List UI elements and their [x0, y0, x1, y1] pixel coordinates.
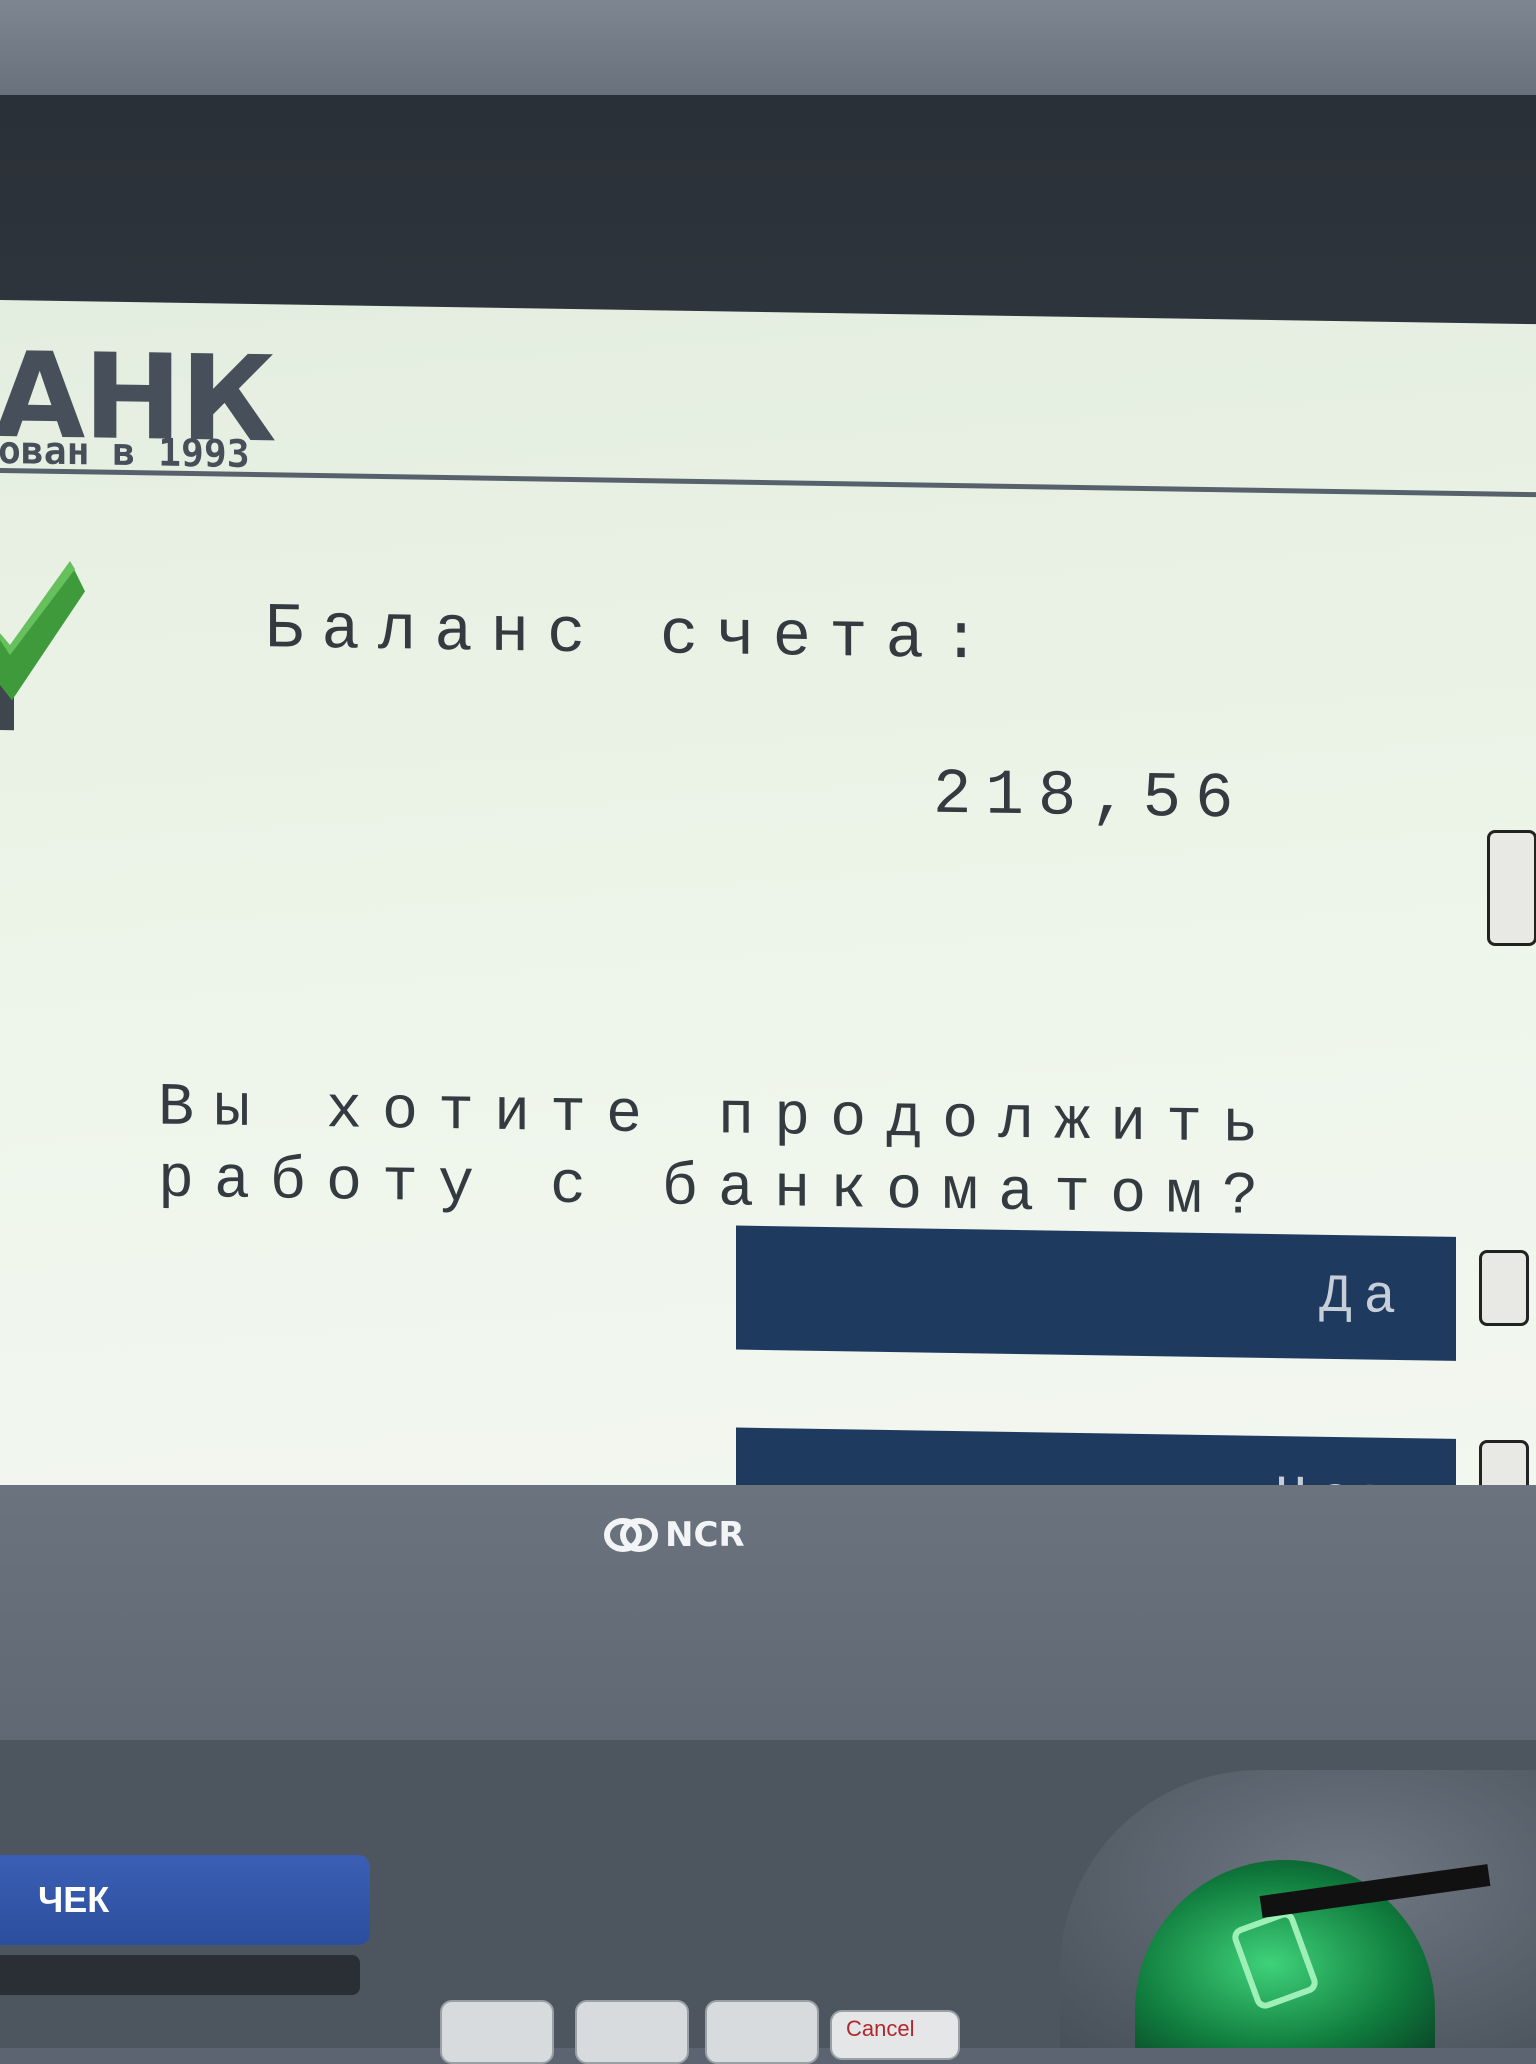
ncr-logo: NCR — [603, 1515, 745, 1555]
ncr-logo-icon — [604, 1518, 658, 1552]
header-divider — [0, 468, 1536, 498]
keypad-key[interactable] — [575, 2000, 689, 2064]
receipt-label: ЧЕК — [0, 1855, 370, 1945]
keypad-key[interactable] — [705, 2000, 819, 2064]
atm-top-bezel — [0, 0, 1536, 95]
balance-value: 218,56 — [933, 759, 1248, 837]
keypad-key[interactable] — [440, 2000, 554, 2064]
receipt-slot[interactable] — [0, 1955, 360, 1995]
cancel-key[interactable]: Cancel — [830, 2010, 960, 2060]
continue-prompt: Вы хотите продолжить работу с банкоматом… — [158, 1072, 1278, 1234]
side-function-keys — [1465, 830, 1536, 1530]
continue-prompt-line-2: работу с банкоматом? — [158, 1146, 1279, 1233]
side-key-yes[interactable] — [1479, 1250, 1529, 1326]
ncr-brand-text: NCR — [665, 1515, 745, 1555]
continue-prompt-line-1: Вы хотите продолжить — [158, 1074, 1279, 1161]
balance-label: Баланс счета: — [265, 594, 999, 678]
atm-screen: АНК ован в 1993 Баланс счета: 218,56 Вы … — [0, 300, 1536, 1550]
side-key-upper[interactable] — [1487, 830, 1536, 946]
checkmark-icon — [0, 550, 90, 751]
yes-button[interactable]: Да — [736, 1225, 1456, 1361]
